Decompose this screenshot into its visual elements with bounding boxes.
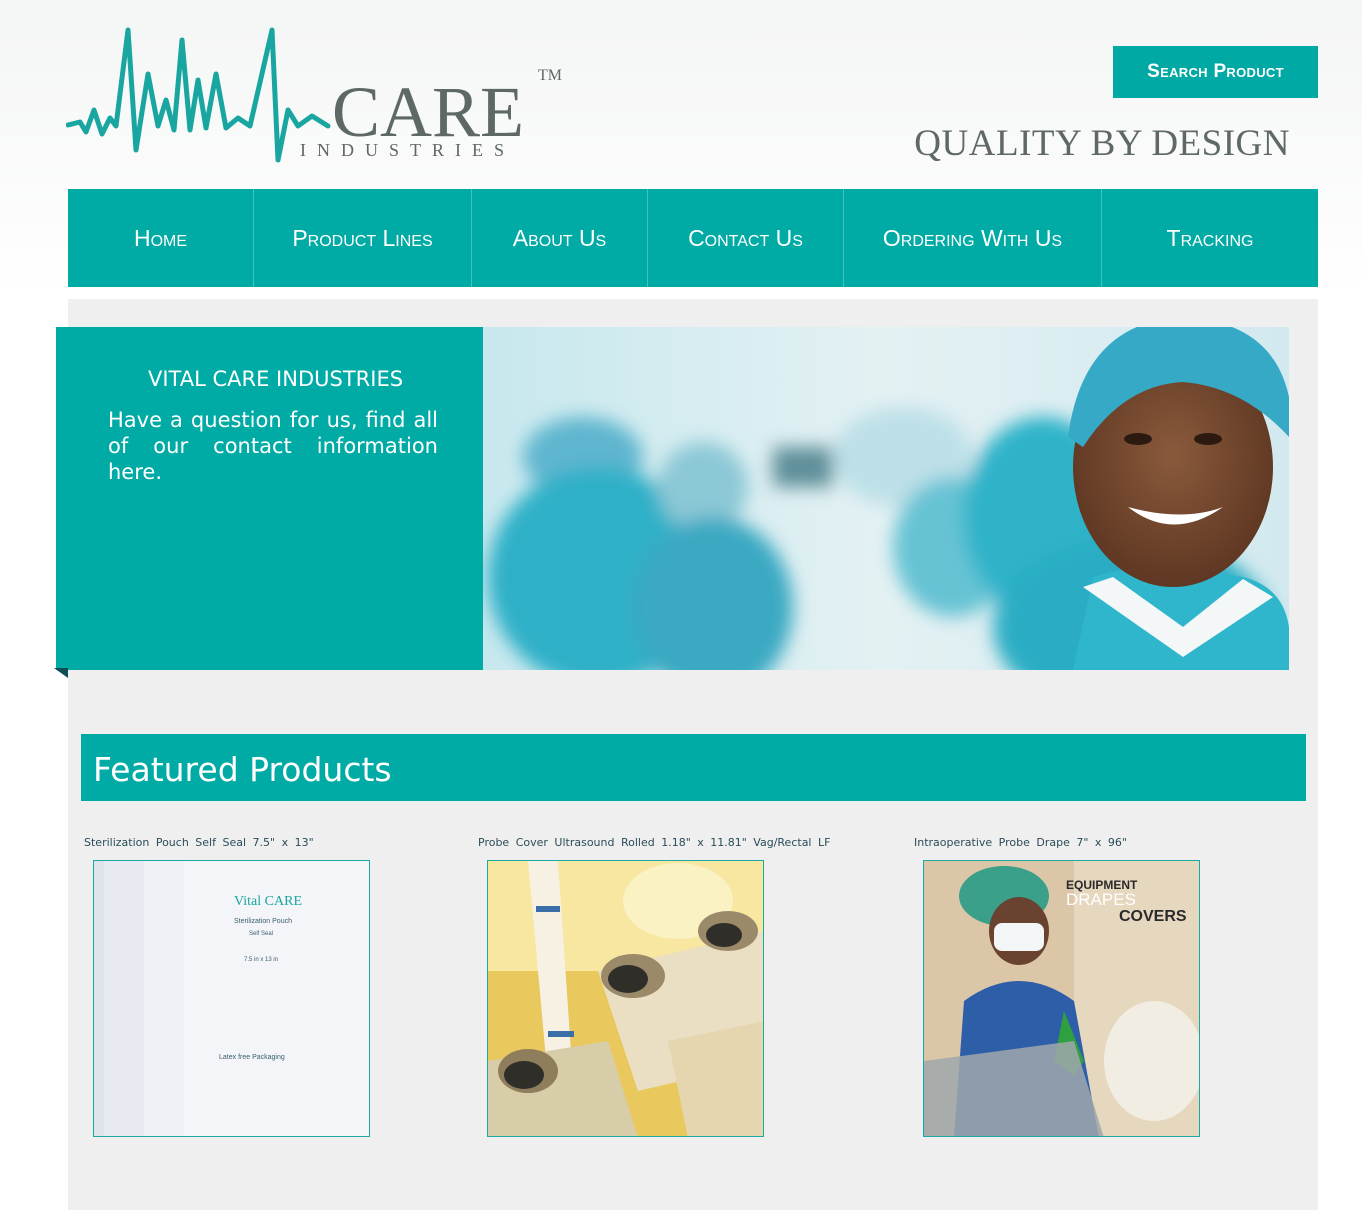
pouch-brand-text: Vital CARE (234, 894, 302, 909)
main-nav: Home Product Lines About Us Contact Us O… (68, 189, 1318, 287)
hero-description: Have a question for us, find all of our … (108, 408, 438, 484)
featured-products-heading: Featured Products (93, 750, 392, 789)
tagline: QUALITY BY DESIGN (914, 123, 1290, 164)
heartbeat-line (65, 27, 331, 163)
pouch-product-text: Sterilization Pouch (234, 918, 292, 925)
logo-tm-text: TM (538, 67, 562, 84)
hero-title: VITAL CARE INDUSTRIES (148, 367, 404, 391)
pouch-size-text: 7.5 in x 13 in (244, 957, 278, 963)
featured-products-banner: Featured Products (81, 734, 1306, 801)
product-image-1[interactable]: Vital CARE Sterilization Pouch Self Seal… (93, 860, 370, 1137)
search-product-button[interactable]: Search Product (1113, 46, 1318, 98)
product-title-1[interactable]: Sterilization Pouch Self Seal 7.5" x 13" (84, 836, 314, 849)
drape-drapes-text: DRAPES (1066, 890, 1136, 909)
product-image-2[interactable] (487, 860, 764, 1137)
product-title-2[interactable]: Probe Cover Ultrasound Rolled 1.18" x 11… (478, 836, 830, 849)
nav-contact-us[interactable]: Contact Us (648, 189, 844, 287)
pouch-latex-text: Latex free Packaging (219, 1054, 285, 1061)
pouch-type-text: Self Seal (249, 931, 273, 937)
nav-home[interactable]: Home (68, 189, 254, 287)
product-title-3[interactable]: Intraoperative Probe Drape 7" x 96" (914, 836, 1127, 849)
logo-industries-text: INDUSTRIES (300, 140, 515, 160)
drape-covers-text: COVERS (1119, 908, 1187, 925)
product-image-3[interactable]: EQUIPMENT DRAPES COVERS (923, 860, 1200, 1137)
ribbon-fold (54, 668, 68, 678)
nav-tracking[interactable]: Tracking (1102, 189, 1318, 287)
site-logo[interactable]: CARE TM INDUSTRIES (65, 22, 576, 167)
hero-text-panel[interactable]: VITAL CARE INDUSTRIES Have a question fo… (56, 327, 484, 670)
nav-ordering-with-us[interactable]: Ordering With Us (844, 189, 1102, 287)
nav-about-us[interactable]: About Us (472, 189, 648, 287)
nav-product-lines[interactable]: Product Lines (254, 189, 472, 287)
hero-image (483, 327, 1289, 670)
